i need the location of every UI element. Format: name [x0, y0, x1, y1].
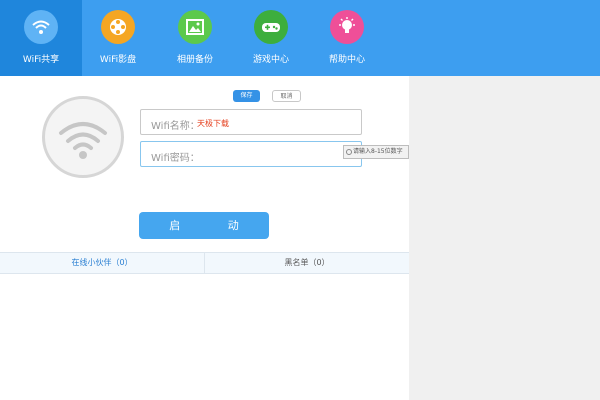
lightbulb-icon [339, 17, 355, 33]
cancel-button[interactable]: 取消 [272, 90, 301, 102]
tab-label: WiFi影盘 [99, 55, 137, 65]
wifi-status-indicator [42, 96, 124, 178]
tab-help-center[interactable]: 帮助中心 [306, 0, 388, 76]
tab-wifi-disk[interactable]: WiFi影盘 [77, 0, 159, 76]
wifi-password-label: Wifi密码： [151, 153, 200, 164]
wifi-name-label: Wifi名称： [151, 121, 200, 132]
save-button[interactable]: 保存 [233, 90, 260, 102]
wifi-password-input[interactable]: Wifi密码： [140, 141, 362, 167]
top-navigation-bar: WiFi共享 WiFi影盘 相册备份 游戏中心 帮助中心 [0, 0, 600, 76]
gamepad-icon [262, 23, 280, 32]
tab-label: 帮助中心 [328, 55, 365, 65]
password-hint-tooltip: 请输入8-15位数字 [343, 145, 409, 159]
wifi-name-value: 天极下载 [197, 119, 229, 128]
start-button[interactable]: 启 动 [139, 212, 269, 239]
tab-game-center[interactable]: 游戏中心 [230, 0, 312, 76]
info-icon [346, 148, 352, 155]
wifi-name-input[interactable]: Wifi名称： 天极下载 [140, 109, 362, 135]
tab-online-friends[interactable]: 在线小伙伴（0） [0, 253, 205, 273]
film-reel-icon [110, 19, 126, 35]
right-empty-area [409, 76, 600, 400]
list-tabs: 在线小伙伴（0） 黑名单（0） [0, 252, 409, 274]
game-center-badge [254, 10, 288, 44]
tab-photo-backup[interactable]: 相册备份 [154, 0, 236, 76]
help-center-badge [330, 10, 364, 44]
tab-wifi-share[interactable]: WiFi共享 [0, 0, 82, 76]
wifi-share-badge [24, 10, 58, 44]
tab-label: 相册备份 [176, 55, 213, 65]
wifi-icon [59, 122, 107, 159]
tab-label: WiFi共享 [22, 55, 60, 65]
photo-backup-badge [178, 10, 212, 44]
tab-label: 游戏中心 [252, 55, 289, 65]
tab-blacklist[interactable]: 黑名单（0） [205, 253, 409, 273]
photo-icon [186, 19, 204, 35]
wifi-disk-badge [101, 10, 135, 44]
wifi-icon [32, 20, 50, 34]
password-hint-text: 请输入8-15位数字 [353, 148, 403, 155]
